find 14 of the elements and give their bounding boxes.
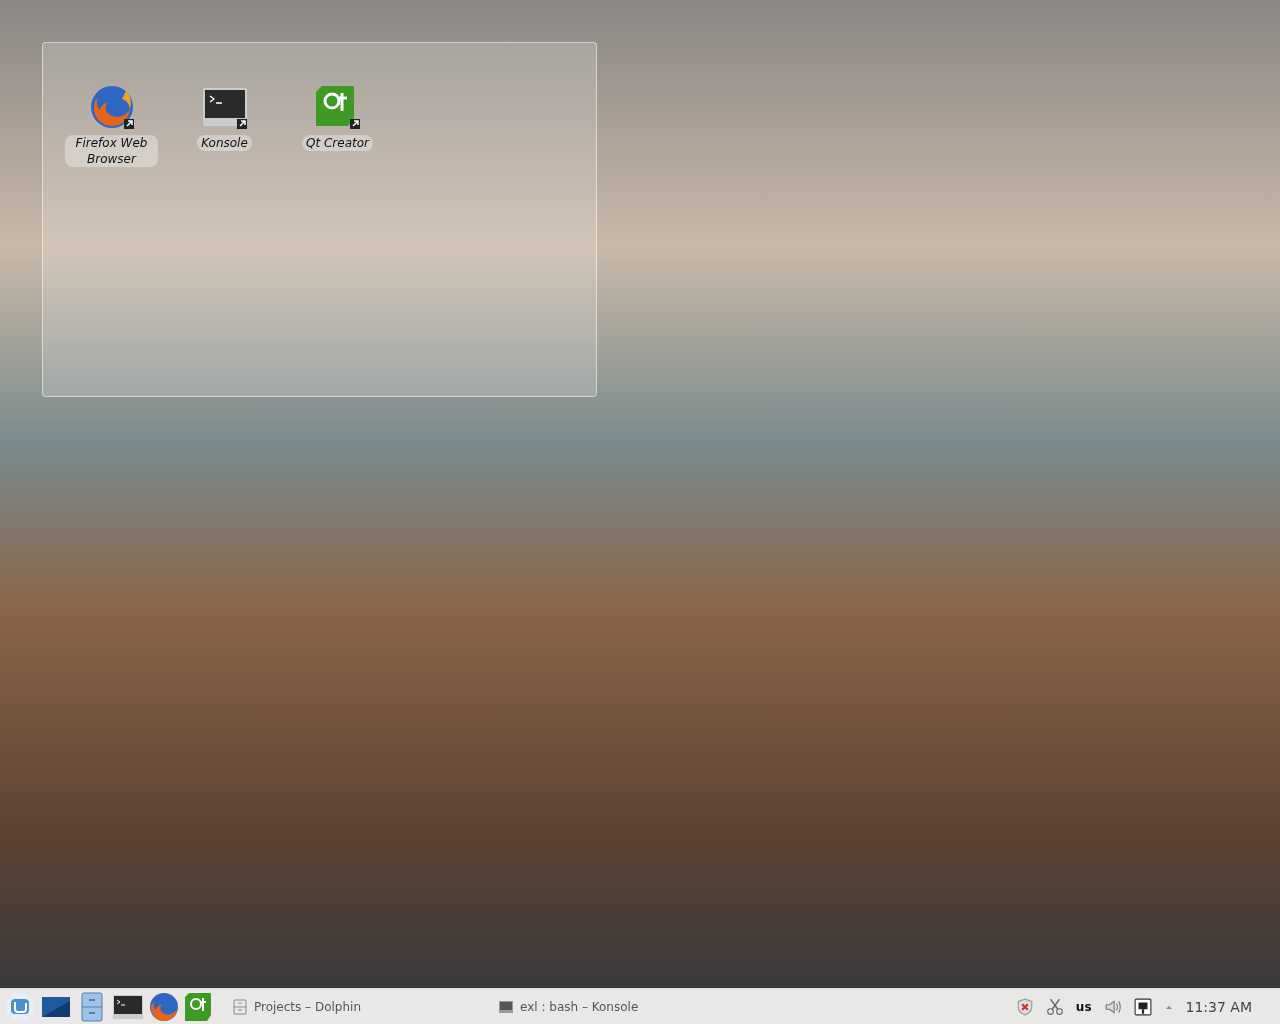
task-button[interactable]: Projects – Dolphin bbox=[220, 991, 482, 1022]
desktop-icon-label[interactable]: Konsole bbox=[197, 135, 252, 151]
speaker-icon[interactable] bbox=[1103, 997, 1122, 1016]
shield-icon[interactable] bbox=[1015, 997, 1034, 1016]
terminal-icon bbox=[498, 998, 514, 1015]
file-cabinet-icon bbox=[232, 998, 248, 1015]
qt-logo-icon[interactable] bbox=[313, 83, 362, 131]
keyboard-layout-indicator[interactable]: us bbox=[1075, 999, 1092, 1014]
scissors-icon[interactable] bbox=[1045, 997, 1064, 1016]
firefox-icon[interactable] bbox=[148, 990, 180, 1023]
desktop-icon-label[interactable]: Firefox Web Browser bbox=[65, 135, 158, 167]
desktop-icon-label[interactable]: Qt Creator bbox=[302, 135, 373, 151]
task-button[interactable]: exl : bash – Konsole bbox=[486, 991, 748, 1022]
clock[interactable]: 11:37 AM bbox=[1185, 998, 1252, 1015]
